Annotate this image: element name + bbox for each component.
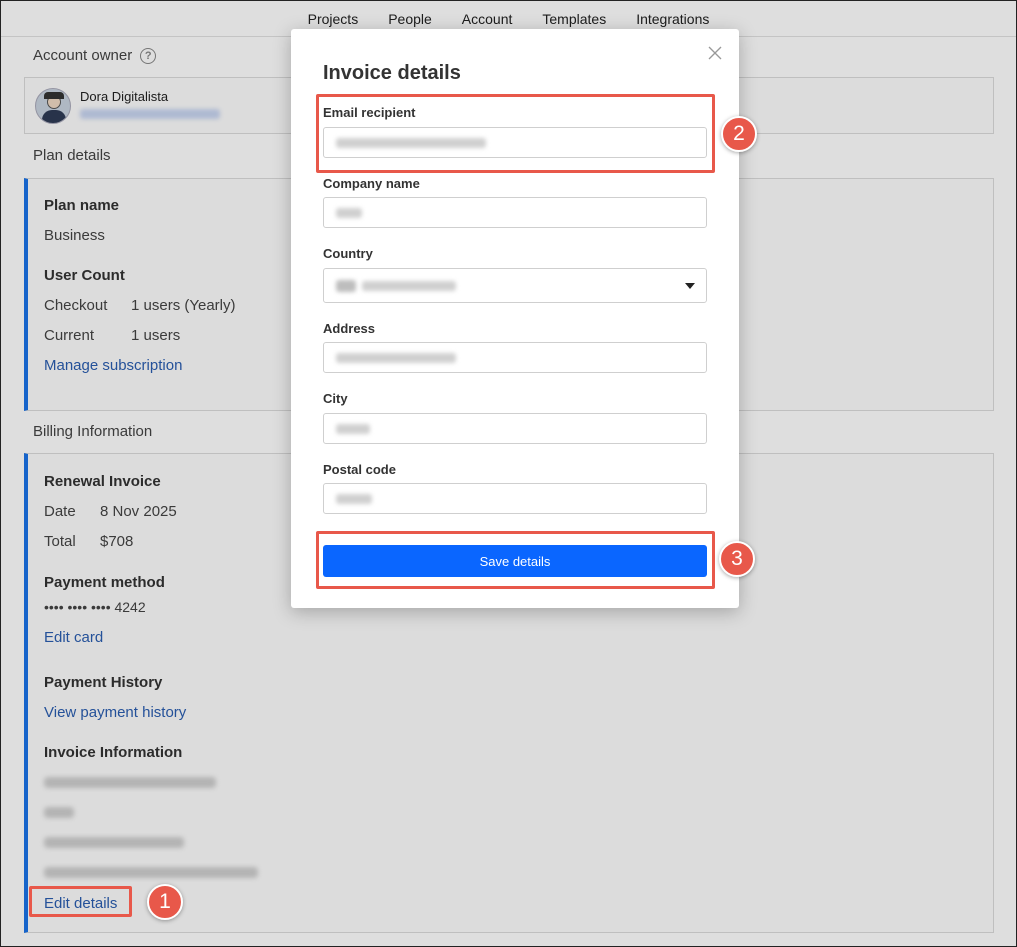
city-input[interactable] bbox=[323, 413, 707, 444]
address-input[interactable] bbox=[323, 342, 707, 373]
country-select[interactable] bbox=[323, 268, 707, 303]
annotation-step-1: 1 bbox=[147, 884, 183, 920]
annotation-box-2 bbox=[316, 94, 715, 173]
postal-code-label: Postal code bbox=[323, 462, 396, 477]
annotation-step-3: 3 bbox=[719, 541, 755, 577]
address-label: Address bbox=[323, 321, 376, 336]
city-label: City bbox=[323, 391, 348, 406]
modal-title: Invoice details bbox=[323, 62, 461, 84]
annotation-step-2: 2 bbox=[721, 116, 757, 152]
country-label: Country bbox=[323, 246, 373, 261]
chevron-down-icon bbox=[685, 283, 695, 289]
postal-code-input[interactable] bbox=[323, 483, 707, 514]
company-name-label: Company name bbox=[323, 176, 420, 191]
company-name-input[interactable] bbox=[323, 197, 707, 228]
annotation-box-3 bbox=[316, 531, 715, 589]
annotation-box-1 bbox=[29, 886, 132, 917]
close-icon[interactable] bbox=[707, 45, 723, 61]
